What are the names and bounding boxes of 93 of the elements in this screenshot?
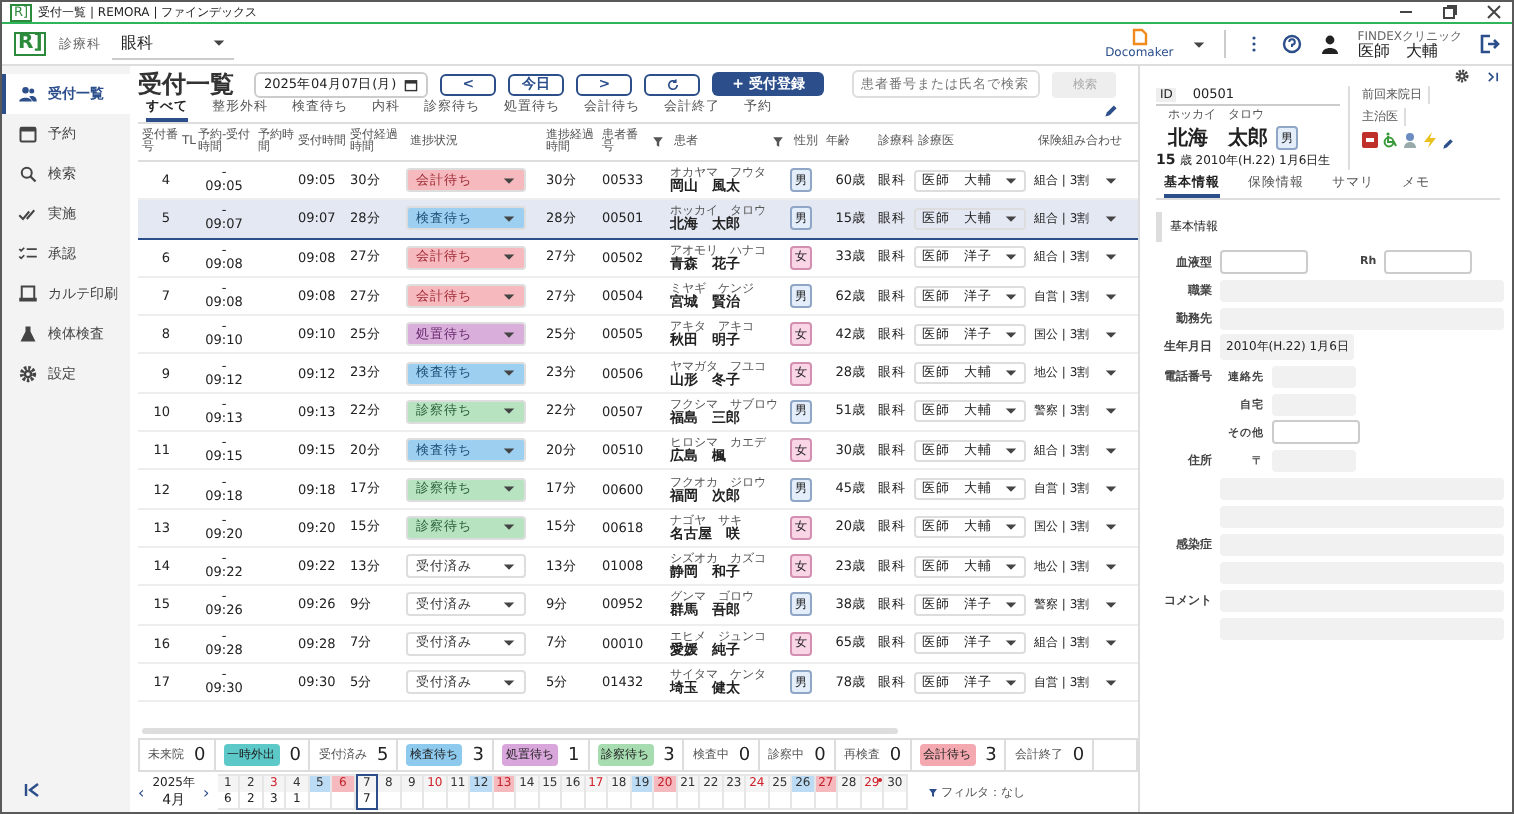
status-count: 3 (985, 745, 997, 765)
help-icon[interactable] (1281, 34, 1302, 54)
people-icon (18, 84, 38, 104)
restore-icon[interactable] (1440, 2, 1460, 22)
caret-icon (502, 291, 516, 302)
gear-icon (18, 364, 38, 384)
status-count: 0 (194, 745, 206, 765)
caret-icon (1004, 175, 1018, 186)
person-icon (1402, 132, 1418, 148)
status-count: 0 (814, 745, 826, 765)
collapse-icon[interactable] (22, 780, 42, 800)
caret-icon (1104, 677, 1118, 687)
patient-name: 北海 太郎 (1168, 124, 1268, 152)
status-count: 0 (1072, 745, 1085, 765)
caret-icon (1104, 213, 1118, 224)
caret-icon (502, 445, 516, 456)
caret-icon (1004, 406, 1018, 417)
lightning-icon (1422, 132, 1438, 148)
caret-icon (1104, 175, 1118, 186)
caret-icon (502, 677, 516, 687)
caret-icon (1004, 561, 1018, 572)
status-count: 1 (567, 745, 580, 765)
caret-icon (1004, 213, 1018, 224)
status-count: 0 (738, 745, 751, 765)
status-count: 3 (472, 745, 484, 765)
caret-icon (1191, 39, 1206, 49)
status-count: 5 (376, 745, 389, 765)
caret-icon (1004, 638, 1018, 649)
check-icon (18, 204, 38, 224)
caret-icon (1104, 406, 1118, 417)
collapse-panel-icon[interactable] (1486, 69, 1500, 83)
caret-icon (502, 213, 516, 224)
calendar-icon (18, 124, 38, 144)
department-dropdown[interactable]: 眼科 (112, 28, 235, 60)
input-field[interactable] (1384, 250, 1473, 274)
checklist-icon (18, 244, 38, 264)
close-icon[interactable] (1484, 2, 1504, 22)
caret-icon (1004, 599, 1018, 610)
caret-icon (502, 368, 516, 379)
caret-icon (1104, 329, 1118, 340)
input-field[interactable] (1220, 250, 1308, 274)
caret-icon (1004, 329, 1018, 340)
previous-month-button[interactable]: ‹ (138, 783, 145, 801)
caret-icon (1004, 445, 1018, 456)
input-field[interactable] (1272, 420, 1360, 444)
calendar-icon (404, 77, 419, 91)
caret-icon (1004, 252, 1018, 263)
caret-icon (212, 38, 227, 48)
filter-icon (927, 787, 938, 797)
app-logo: R] (14, 32, 47, 56)
status-count: 3 (663, 745, 675, 765)
caret-icon (1104, 561, 1118, 572)
caret-icon (1104, 599, 1118, 610)
caret-icon (1004, 291, 1018, 302)
print-icon (18, 284, 38, 304)
user-icon (1319, 34, 1340, 54)
wheelchair-icon (1382, 132, 1398, 148)
filter-icon[interactable] (772, 136, 784, 148)
caret-icon (1004, 522, 1018, 533)
pencil-icon[interactable] (1104, 104, 1118, 118)
caret-icon (1104, 252, 1118, 263)
caret-icon (502, 406, 516, 417)
caret-icon (502, 638, 516, 649)
next-month-button[interactable]: › (202, 783, 210, 801)
caret-icon (502, 175, 516, 186)
caret-icon (1004, 677, 1018, 687)
pencil-icon[interactable] (1442, 138, 1454, 150)
caret-icon (502, 561, 516, 572)
page-title: 受付一覧 (138, 67, 234, 99)
flask-icon (18, 324, 38, 344)
caret-icon (1104, 445, 1118, 456)
caret-icon (1104, 484, 1118, 495)
caret-icon (1104, 522, 1118, 533)
status-count: 0 (889, 745, 902, 765)
card-icon (1362, 132, 1378, 148)
search-icon (18, 164, 38, 184)
logout-icon[interactable] (1480, 34, 1500, 54)
user-name: 医師 大輔 (1357, 43, 1440, 59)
caret-icon (1004, 368, 1018, 379)
caret-icon (502, 329, 516, 340)
caret-icon (502, 252, 516, 263)
caret-icon (1104, 368, 1118, 379)
status-count: 0 (289, 745, 301, 765)
settings-icon[interactable] (1454, 68, 1470, 84)
caret-icon (502, 522, 516, 533)
caret-icon (1104, 291, 1118, 302)
filter-icon[interactable] (652, 136, 664, 148)
refresh-icon (665, 77, 680, 91)
refresh-button[interactable] (644, 73, 701, 95)
caret-icon (1104, 638, 1118, 649)
caret-icon (502, 484, 516, 495)
caret-icon (1004, 484, 1018, 495)
caret-icon (502, 599, 516, 610)
